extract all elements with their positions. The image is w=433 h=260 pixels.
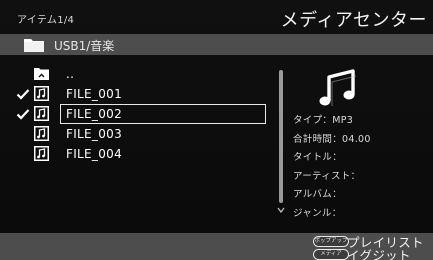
checkmark-icon — [16, 89, 30, 100]
info-title: タイトル： — [293, 152, 343, 163]
checkmark-icon — [16, 109, 30, 120]
folder-icon — [24, 39, 44, 52]
path-bar: USB1/音楽 — [0, 34, 433, 55]
music-note-icon — [319, 69, 357, 106]
exit-hint[interactable]: イグジット — [347, 245, 411, 260]
item-counter: アイテム1/4 — [17, 15, 75, 26]
info-duration: 合計時間：04.00 — [293, 133, 371, 145]
music-file-icon — [34, 126, 49, 141]
info-album: アルバム： — [293, 189, 342, 200]
scrollbar[interactable] — [277, 70, 285, 218]
file-name: FILE_003 — [66, 127, 123, 141]
file-name: FILE_001 — [66, 87, 123, 101]
music-file-icon — [34, 86, 49, 101]
list-item-file-001[interactable]: FILE_001 — [0, 84, 270, 104]
file-name: FILE_002 — [66, 107, 123, 121]
media-center-screen: アイテム1/4 メディアセンター USB1/音楽 .. FILE_001 FIL… — [0, 0, 433, 260]
footer-bar: ポップアップ プレイリスト メディア イグジット — [0, 233, 433, 260]
music-file-icon — [34, 106, 49, 121]
parent-folder-icon — [34, 68, 49, 80]
info-artist: アーティスト： — [293, 170, 361, 182]
list-item-file-003[interactable]: FILE_003 — [0, 124, 270, 144]
file-name: FILE_004 — [66, 147, 123, 161]
chevron-down-icon[interactable] — [277, 205, 285, 215]
file-name: .. — [66, 67, 75, 81]
file-info-panel: タイプ：MP3 合計時間：04.00 タイトル： アーティスト： アルバム： ジ… — [293, 112, 429, 223]
list-item-parent[interactable]: .. — [0, 64, 270, 84]
screen-title: メディアセンター — [280, 10, 427, 31]
list-item-file-004[interactable]: FILE_004 — [0, 144, 270, 164]
header: アイテム1/4 メディアセンター — [0, 0, 433, 34]
info-genre: ジャンル： — [293, 207, 342, 219]
popup-button-icon: ポップアップ — [313, 236, 349, 247]
list-item-file-002[interactable]: FILE_002 — [0, 104, 270, 124]
scroll-thumb[interactable] — [279, 70, 283, 203]
info-type: タイプ：MP3 — [293, 115, 354, 126]
media-button-icon: メディア — [313, 249, 349, 260]
file-list: .. FILE_001 FILE_002 FILE_003 FILE_004 — [0, 64, 270, 174]
current-path: USB1/音楽 — [54, 39, 115, 53]
music-file-icon — [34, 146, 49, 161]
